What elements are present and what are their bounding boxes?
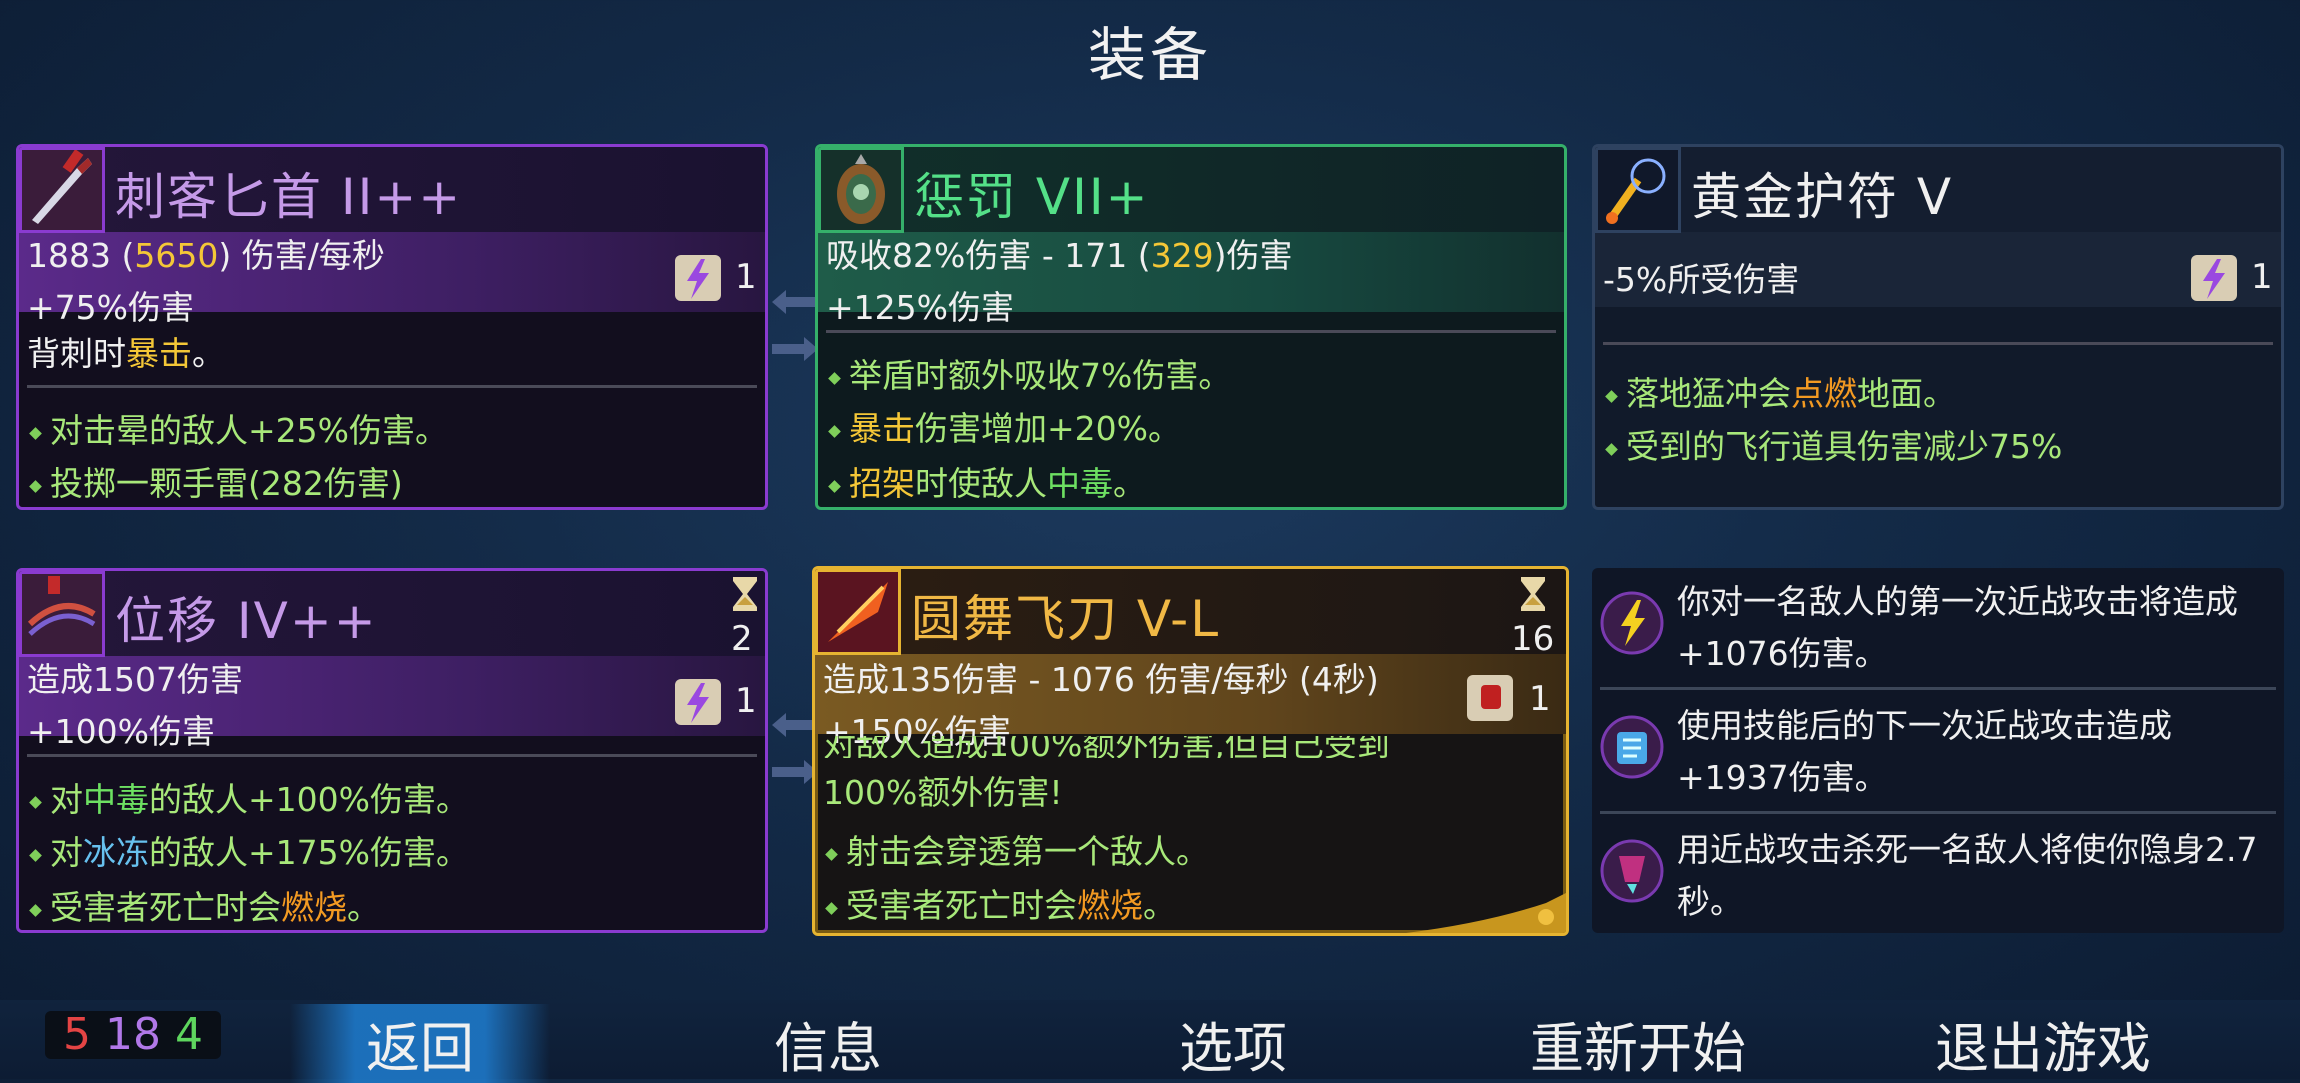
mutation-text: 用近战攻击杀死一名敌人将使你隐身2.7秒。 xyxy=(1677,830,2258,921)
affix: 招架时使敌人中毒。 xyxy=(828,457,1146,505)
quit-game-button[interactable]: 退出游戏 xyxy=(1913,1004,2173,1083)
mutation-text: 你对一名敌人的第一次近战攻击将造成+1076伤害。 xyxy=(1677,582,2238,673)
scroll-mutation-icon xyxy=(1600,715,1664,779)
weapon-effect: 背刺时暴击。 xyxy=(27,334,225,373)
damage-bonus: +75%伤害 xyxy=(27,288,194,327)
options-button[interactable]: 选项 xyxy=(1103,1004,1363,1083)
displacement-icon xyxy=(19,571,105,657)
scroll-icon xyxy=(1467,675,1513,721)
info-button[interactable]: 信息 xyxy=(698,1004,958,1083)
shield-icon xyxy=(818,147,904,233)
throwing-blade-icon xyxy=(815,569,901,655)
affix: 射击会穿透第一个敌人。 xyxy=(825,825,1209,873)
cooldown-count: 2 xyxy=(731,619,753,659)
mutation-item[interactable]: 你对一名敌人的第一次近战攻击将造成+1076伤害。 xyxy=(1592,568,2284,690)
weapon-name: 刺客匕首 II++ xyxy=(115,168,463,226)
swap-left-arrow-icon[interactable] xyxy=(772,287,818,317)
affix: 落地猛冲会点燃地面。 xyxy=(1605,367,1956,415)
cooldown-count: 16 xyxy=(1511,619,1555,659)
skill-card-whirling-blades[interactable]: 圆舞飞刀 V-L 16 造成135伤害 - 1076 伤害/每秒 (4秒) +1… xyxy=(812,566,1569,936)
damage-bonus: +100%伤害 xyxy=(27,712,215,751)
weapon-name: 位移 IV++ xyxy=(115,592,378,650)
lightning-mutation-icon xyxy=(1600,591,1664,655)
scroll-icon xyxy=(675,679,721,725)
back-button[interactable]: 返回 xyxy=(290,1004,550,1083)
scroll-icon xyxy=(675,255,721,301)
weapon-name: 惩罚 VII+ xyxy=(914,168,1150,226)
skill-damage: 造成135伤害 - 1076 伤害/每秒 (4秒) xyxy=(823,660,1379,699)
scroll-count: 1 xyxy=(2251,257,2273,297)
divider xyxy=(1600,687,2276,690)
divider xyxy=(1600,811,2276,814)
divider xyxy=(27,754,757,757)
amulet-stat: -5%所受伤害 xyxy=(1603,260,1800,299)
survival-score: 4 xyxy=(175,1009,203,1060)
scroll-count: 1 xyxy=(735,257,757,297)
affix: 对击晕的敌人+25%伤害。 xyxy=(29,404,448,452)
hourglass-icon xyxy=(1521,577,1545,611)
dagger-icon xyxy=(19,147,105,233)
affix-continued: 100%额外伤害! xyxy=(823,773,1063,812)
stat-scrolls-counter: 5 18 4 xyxy=(45,1011,221,1059)
affix: 举盾时额外吸收7%伤害。 xyxy=(828,349,1231,397)
hourglass-icon xyxy=(733,577,757,611)
brutality-score: 5 xyxy=(63,1009,91,1060)
shield-card-punishment[interactable]: 惩罚 VII+ 吸收82%伤害 - 171 (329)伤害 +125%伤害 举盾… xyxy=(815,144,1567,510)
amulet-card-golden-amulet[interactable]: 黄金护符 V -5%所受伤害 1 落地猛冲会点燃地面。 受到的飞行道具伤害减少7… xyxy=(1592,144,2284,510)
scroll-icon xyxy=(2191,255,2237,301)
divider xyxy=(27,385,757,388)
weapon-dps: 1883 (5650) 伤害/每秒 xyxy=(27,236,385,275)
damage-bonus: +125%伤害 xyxy=(826,288,1014,327)
skill-damage: 造成1507伤害 xyxy=(27,660,243,699)
stealth-mutation-icon xyxy=(1600,839,1664,903)
mutation-item[interactable]: 用近战攻击杀死一名敌人将使你隐身2.7秒。 xyxy=(1592,816,2284,938)
divider xyxy=(826,330,1556,333)
affix: 受害者死亡时会燃烧。 xyxy=(29,881,380,929)
affix: 受到的飞行道具伤害减少75% xyxy=(1605,420,2062,468)
clipped-affix: 对敌人造成100%额外伤害,但自己受到 xyxy=(823,736,1390,758)
weapon-name: 圆舞飞刀 V-L xyxy=(911,590,1221,648)
weapon-card-assassin-dagger[interactable]: 刺客匕首 II++ 1883 (5650) 伤害/每秒 +75%伤害 背刺时暴击… xyxy=(16,144,768,510)
gold-corner-ornament-icon xyxy=(1406,893,1566,933)
restart-button[interactable]: 重新开始 xyxy=(1508,1004,1768,1083)
mutation-item[interactable]: 使用技能后的下一次近战攻击造成+1937伤害。 xyxy=(1592,692,2284,814)
swap-right-arrow-icon[interactable] xyxy=(772,334,818,364)
scroll-count: 1 xyxy=(735,681,757,721)
affix: 对中毒的敌人+100%伤害。 xyxy=(29,773,469,821)
scroll-count: 1 xyxy=(1529,679,1551,719)
weapon-stat: 吸收82%伤害 - 171 (329)伤害 xyxy=(826,236,1293,275)
mutation-text: 使用技能后的下一次近战攻击造成+1937伤害。 xyxy=(1677,706,2172,797)
affix: 受害者死亡时会燃烧。 xyxy=(825,879,1176,927)
divider xyxy=(1603,342,2273,345)
page-title: 装备 xyxy=(1087,21,1212,89)
affix: 对冰冻的敌人+175%伤害。 xyxy=(29,826,469,874)
skill-card-displacement[interactable]: 位移 IV++ 2 造成1507伤害 +100%伤害 1 对中毒的敌人+100%… xyxy=(16,568,768,933)
mutations-panel: 你对一名敌人的第一次近战攻击将造成+1076伤害。 使用技能后的下一次近战攻击造… xyxy=(1592,568,2284,933)
weapon-name: 黄金护符 V xyxy=(1691,168,1954,226)
affix: 投掷一颗手雷(282伤害) xyxy=(29,457,403,505)
tactics-score: 18 xyxy=(105,1009,161,1060)
amulet-icon xyxy=(1595,147,1681,233)
affix: 暴击伤害增加+20%。 xyxy=(828,402,1181,450)
